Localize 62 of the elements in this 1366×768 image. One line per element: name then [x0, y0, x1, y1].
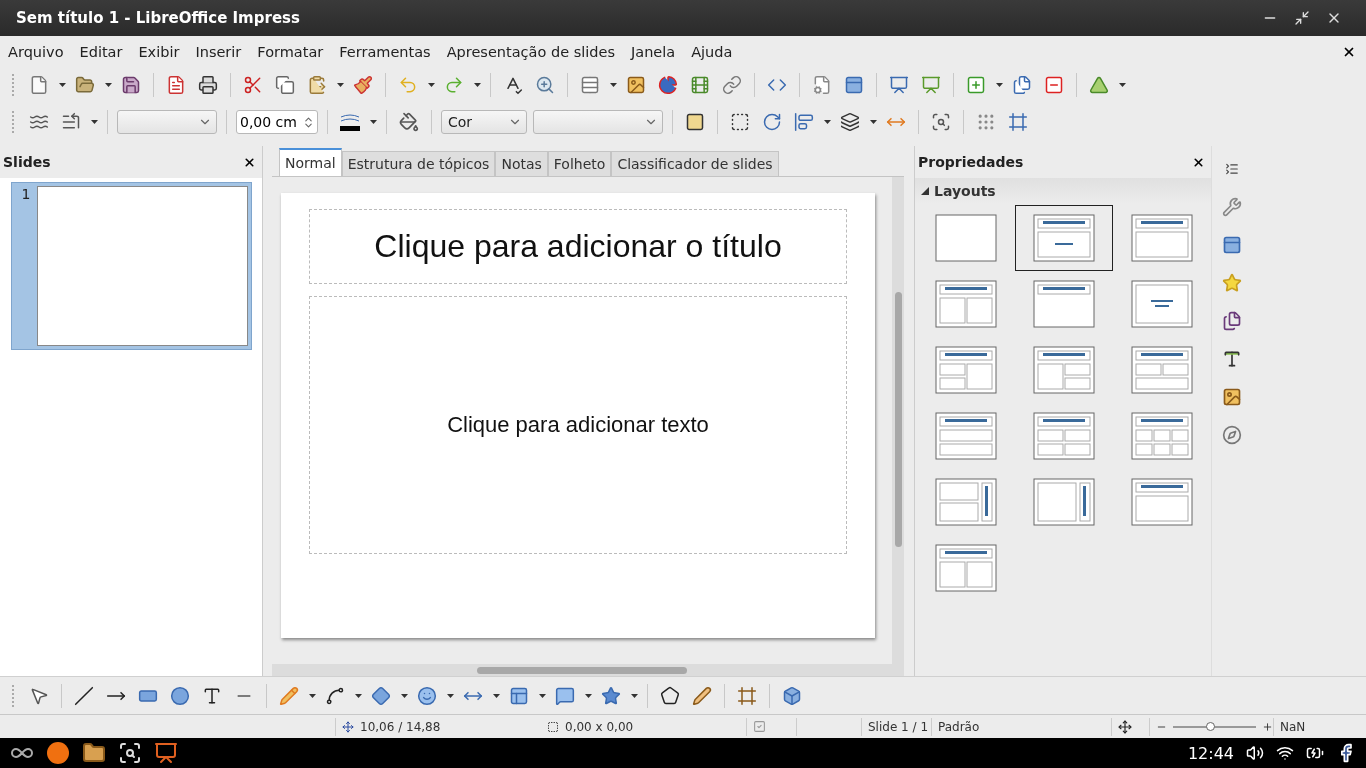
view-tab[interactable]: Normal: [279, 148, 342, 176]
spin-arrows-icon[interactable]: [302, 115, 315, 129]
cursor-position: 10,06 / 14,88: [360, 719, 441, 734]
close-icon[interactable]: [1192, 155, 1205, 169]
expander-icon[interactable]: [921, 187, 929, 195]
close-icon[interactable]: [243, 155, 256, 169]
zoom-slider[interactable]: [1173, 725, 1256, 728]
browser-icon[interactable]: [46, 741, 70, 765]
vertical-scrollbar[interactable]: [892, 177, 904, 676]
folder-icon[interactable]: [82, 741, 106, 765]
layout-thumbnail-icon: [1131, 346, 1193, 394]
menu-item[interactable]: Inserir: [189, 44, 248, 60]
layout-thumbnail-icon: [1033, 478, 1095, 526]
wifi-icon[interactable]: [1276, 744, 1294, 762]
menu-item[interactable]: Exibir: [132, 44, 186, 60]
menu-item[interactable]: Arquivo: [2, 44, 70, 60]
position-icon: [342, 720, 354, 733]
menu-item[interactable]: Janela: [624, 44, 682, 60]
layout-thumbnail-icon: [935, 544, 997, 592]
view-tab[interactable]: Estrutura de tópicos: [341, 151, 496, 176]
clock: 12:44: [1187, 743, 1234, 763]
panel-title: Slides: [3, 154, 51, 170]
fit-slide-icon[interactable]: [1118, 719, 1132, 734]
text-placeholder[interactable]: Clique para adicionar texto: [447, 412, 709, 438]
layout-thumbnail-icon: [1131, 214, 1193, 262]
layout-thumbnail-icon: [935, 412, 997, 460]
layout-option[interactable]: [1015, 205, 1113, 271]
slide-counter: Slide 1 / 1: [868, 719, 929, 734]
sidebar-title: Propriedades: [918, 154, 1024, 170]
menu-item[interactable]: Ferramentas: [333, 44, 437, 60]
zoom-value: NaN: [1280, 719, 1306, 734]
menu-item[interactable]: Formatar: [251, 44, 330, 60]
slide-thumbnail[interactable]: 1: [11, 182, 252, 350]
layout-thumbnail-icon: [935, 478, 997, 526]
layout-thumbnail-icon: [1033, 346, 1095, 394]
layout-thumbnail-icon: [935, 346, 997, 394]
object-size: 0,00 x 0,00: [565, 719, 634, 734]
volume-icon[interactable]: [1246, 744, 1264, 762]
layout-thumbnail-icon: [1033, 214, 1095, 262]
master-name: Padrão: [938, 719, 980, 734]
layout-thumbnail-icon: [1131, 412, 1193, 460]
view-tab[interactable]: Notas: [495, 151, 548, 176]
image-viewer-icon[interactable]: [118, 741, 142, 765]
layout-thumbnail-icon: [935, 280, 997, 328]
fill-type-dropdown[interactable]: Cor: [441, 110, 527, 134]
slide-number: 1: [20, 186, 32, 204]
menu-item[interactable]: Ajuda: [685, 44, 739, 60]
presentation-icon[interactable]: [154, 741, 178, 765]
view-tab[interactable]: Classificador de slides: [611, 151, 779, 176]
layout-thumbnail-icon: [1131, 478, 1193, 526]
horizontal-scrollbar[interactable]: [272, 664, 892, 676]
layout-thumbnail-icon: [1131, 280, 1193, 328]
size-icon: [547, 720, 559, 733]
layout-thumbnail-icon: [1033, 280, 1095, 328]
line-width-field[interactable]: 0,00 cm: [236, 110, 318, 134]
layout-thumbnail-icon: [1033, 412, 1095, 460]
layout-thumbnail-icon: [935, 214, 997, 262]
menu-item[interactable]: Apresentação de slides: [440, 44, 621, 60]
window-title: Sem título 1 - LibreOffice Impress: [16, 9, 301, 27]
view-tab[interactable]: Folheto: [547, 151, 612, 176]
zoom-in-icon[interactable]: [1261, 720, 1273, 733]
menu-item[interactable]: Editar: [73, 44, 129, 60]
